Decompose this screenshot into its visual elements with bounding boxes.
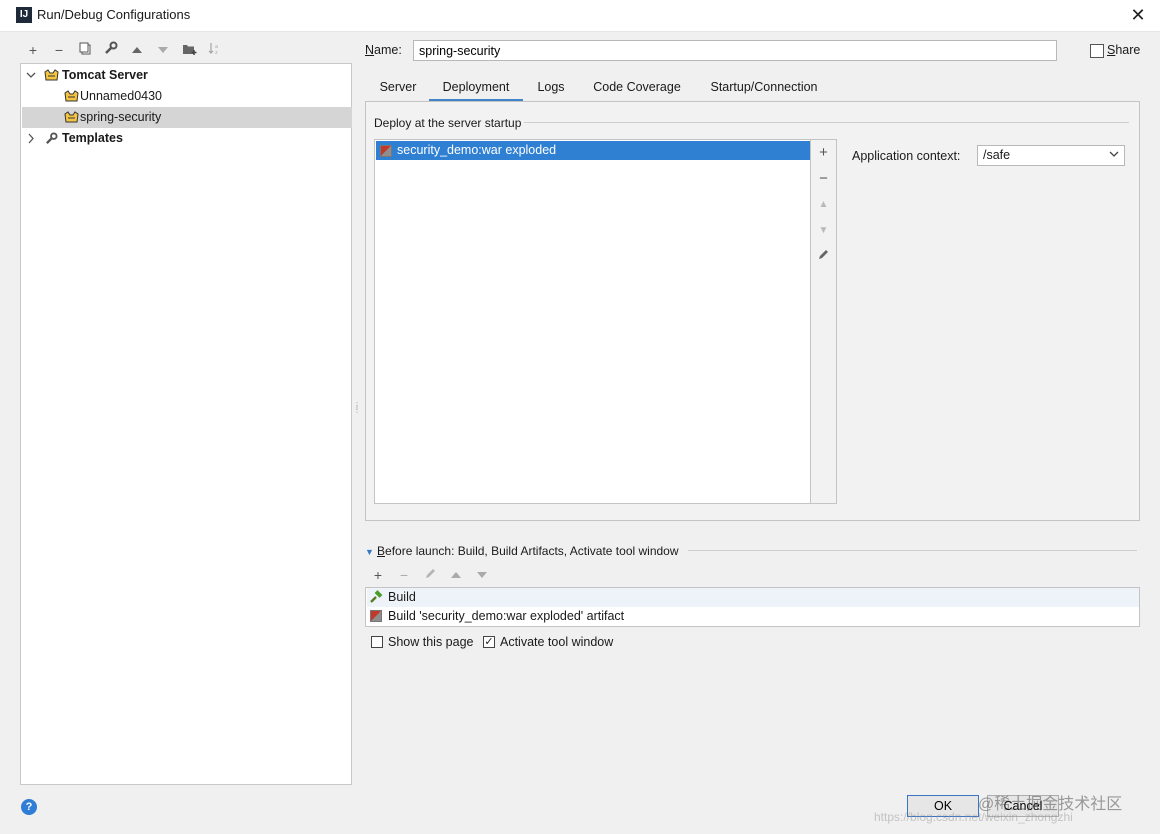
copy-icon[interactable] (76, 41, 94, 59)
move-down-icon[interactable] (473, 566, 491, 584)
share-checkbox[interactable] (1090, 44, 1104, 58)
add-icon[interactable]: + (24, 41, 42, 59)
tree-label-tomcat-server: Tomcat Server (62, 68, 148, 82)
list-item[interactable]: Build (367, 588, 1139, 607)
activate-tool-window-checkbox[interactable]: ✓ (483, 636, 495, 648)
artifact-list[interactable]: security_demo:war exploded (374, 139, 811, 504)
application-context-select[interactable]: /safe (977, 145, 1125, 166)
tree-item-label: spring-security (80, 110, 162, 124)
show-page-checkbox[interactable] (371, 636, 383, 648)
build-hammer-icon (370, 590, 383, 603)
tree-item-unnamed0430[interactable]: Unnamed0430 (22, 86, 352, 107)
splitter-handle[interactable]: ⋮ ⋮ (353, 402, 361, 418)
chevron-down-icon[interactable] (25, 65, 37, 86)
chevron-right-icon[interactable] (25, 128, 37, 149)
wrench-icon (46, 132, 58, 144)
svg-text:z: z (215, 50, 218, 55)
activate-tool-window-label[interactable]: Activate tool window (500, 635, 613, 649)
chevron-down-icon[interactable] (1109, 146, 1119, 169)
before-launch-list[interactable]: Build Build 'security_demo:war exploded'… (365, 587, 1140, 627)
close-icon[interactable]: ✕ (1128, 4, 1148, 26)
application-context-value: /safe (983, 148, 1011, 162)
before-launch-label[interactable]: Before launch: Build, Build Artifacts, A… (377, 544, 679, 558)
move-down-icon[interactable]: ▼ (811, 221, 836, 241)
tab-deployment[interactable]: Deployment (429, 76, 523, 102)
tree-item-spring-security[interactable]: spring-security (22, 107, 352, 128)
move-up-icon[interactable] (128, 41, 146, 59)
move-up-icon[interactable]: ▲ (811, 195, 836, 215)
section-divider (524, 122, 1129, 123)
artifact-actions: + − ▲ ▼ (811, 139, 837, 504)
artifact-icon (380, 145, 392, 157)
name-input[interactable] (413, 40, 1057, 61)
add-icon[interactable]: + (811, 143, 836, 163)
edit-icon[interactable] (421, 566, 439, 584)
tab-logs[interactable]: Logs (523, 76, 579, 102)
remove-icon[interactable]: − (50, 41, 68, 59)
watermark-url: https://blog.csdn.net/weixin_zhongzhi (874, 810, 1073, 824)
section-divider (688, 550, 1137, 551)
tomcat-icon (64, 111, 79, 123)
tomcat-icon (64, 90, 79, 102)
name-label: Name: (365, 43, 402, 57)
edit-icon[interactable] (811, 247, 836, 267)
list-item[interactable]: Build 'security_demo:war exploded' artif… (367, 607, 1139, 626)
window-title: Run/Debug Configurations (37, 7, 191, 22)
title-bar: IJ Run/Debug Configurations ✕ (0, 0, 1160, 32)
sort-icon[interactable]: az (206, 41, 224, 59)
tab-code-coverage[interactable]: Code Coverage (579, 76, 695, 102)
share-label[interactable]: Share (1107, 43, 1140, 57)
intellij-app-icon: IJ (16, 7, 32, 23)
list-item-label: Build 'security_demo:war exploded' artif… (388, 609, 625, 623)
list-item-label: Build (388, 590, 416, 604)
help-icon[interactable]: ? (21, 799, 37, 815)
add-icon[interactable]: + (369, 566, 387, 584)
folder-add-icon[interactable] (180, 41, 198, 59)
remove-icon[interactable]: − (395, 566, 413, 584)
wrench-icon[interactable] (102, 41, 120, 59)
collapse-triangle-icon[interactable]: ▼ (365, 547, 374, 557)
move-up-icon[interactable] (447, 566, 465, 584)
tab-server[interactable]: Server (367, 76, 429, 102)
show-page-label[interactable]: Show this page (388, 635, 473, 649)
tab-startup-connection[interactable]: Startup/Connection (695, 76, 833, 102)
configuration-tree[interactable]: Tomcat Server Unnamed0430 spring-securit… (20, 63, 352, 785)
tree-node-templates[interactable]: Templates (22, 128, 352, 149)
remove-icon[interactable]: − (811, 169, 836, 189)
tree-label-templates: Templates (62, 131, 123, 145)
tomcat-icon (44, 69, 59, 81)
tree-item-label: Unnamed0430 (80, 89, 163, 103)
artifact-row[interactable]: security_demo:war exploded (376, 141, 810, 160)
artifact-icon (370, 610, 382, 622)
artifact-label: security_demo:war exploded (397, 143, 557, 157)
tree-node-tomcat-server[interactable]: Tomcat Server (22, 65, 352, 86)
application-context-label: Application context: (852, 149, 961, 163)
move-down-icon[interactable] (154, 41, 172, 59)
deploy-section-label: Deploy at the server startup (374, 116, 522, 130)
